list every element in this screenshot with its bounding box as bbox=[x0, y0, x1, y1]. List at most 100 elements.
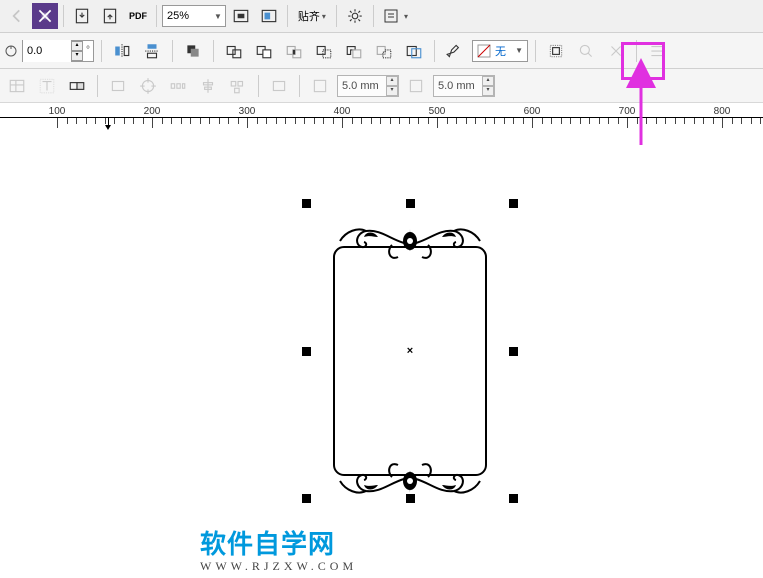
simplify-icon[interactable] bbox=[311, 38, 337, 64]
separator bbox=[101, 40, 102, 62]
ruler-label: 700 bbox=[619, 106, 636, 117]
height-spinner[interactable]: ▴ ▾ bbox=[482, 76, 494, 96]
toolbar-main: PDF ▼ 贴齐 ▾ ▾ bbox=[0, 0, 763, 33]
handle-ne[interactable] bbox=[509, 199, 518, 208]
shape-combine-icon[interactable] bbox=[64, 73, 90, 99]
align-options-icon bbox=[644, 38, 670, 64]
toolbar-properties: ▴ ▾ ° 无 ▼ bbox=[0, 33, 763, 69]
settings-gear-icon[interactable] bbox=[342, 3, 368, 29]
handle-e[interactable] bbox=[509, 347, 518, 356]
trim-icon[interactable] bbox=[251, 38, 277, 64]
height-field[interactable]: ▴ ▾ bbox=[433, 75, 495, 97]
separator bbox=[299, 75, 300, 97]
back-minus-front-icon[interactable] bbox=[371, 38, 397, 64]
group-align-icon bbox=[225, 73, 251, 99]
rotation-field[interactable]: ▴ ▾ ° bbox=[22, 40, 94, 62]
separator bbox=[287, 5, 288, 27]
corner-style-icon bbox=[403, 73, 429, 99]
outline-width-icon bbox=[266, 73, 292, 99]
width-spinner[interactable]: ▴ ▾ bbox=[386, 76, 398, 96]
ruler-label: 200 bbox=[144, 106, 161, 117]
align-center-icon bbox=[195, 73, 221, 99]
snap-label: 贴齐 bbox=[298, 8, 320, 24]
rect-tool-icon bbox=[105, 73, 131, 99]
height-input[interactable] bbox=[434, 76, 482, 96]
ruler-label: 600 bbox=[524, 106, 541, 117]
dropdown-caret-icon: ▾ bbox=[404, 12, 408, 21]
weld-icon[interactable] bbox=[221, 38, 247, 64]
zoom-fit-icon[interactable] bbox=[228, 3, 254, 29]
launch-dropdown[interactable]: ▾ bbox=[379, 5, 413, 27]
rotation-icon bbox=[4, 44, 18, 58]
boundary-icon[interactable] bbox=[401, 38, 427, 64]
text-format-icon bbox=[34, 73, 60, 99]
fill-label: 无 bbox=[495, 43, 506, 59]
separator bbox=[213, 40, 214, 62]
front-minus-back-icon[interactable] bbox=[341, 38, 367, 64]
handle-n[interactable] bbox=[406, 199, 415, 208]
canvas-area[interactable]: × 软件自学网 WWW.RJZXW.COM bbox=[0, 133, 763, 578]
handle-w[interactable] bbox=[302, 347, 311, 356]
selection-bounds: × bbox=[306, 203, 514, 499]
selection-center-mark: × bbox=[407, 345, 413, 357]
separator bbox=[434, 40, 435, 62]
ruler-label: 500 bbox=[429, 106, 446, 117]
intersect-icon[interactable] bbox=[281, 38, 307, 64]
import-icon[interactable] bbox=[69, 3, 95, 29]
spinner-up[interactable]: ▴ bbox=[386, 76, 398, 86]
zoom-field[interactable]: ▼ bbox=[162, 5, 226, 27]
guide-marker[interactable] bbox=[104, 117, 112, 133]
crosshair-icon bbox=[135, 73, 161, 99]
separator bbox=[636, 40, 637, 62]
dropdown-caret-icon[interactable]: ▼ bbox=[211, 12, 225, 21]
toolbar-context: ▴ ▾ ▴ ▾ bbox=[0, 69, 763, 103]
export-icon[interactable] bbox=[97, 3, 123, 29]
separator bbox=[535, 40, 536, 62]
rotation-input[interactable] bbox=[23, 40, 71, 62]
cancel-icon bbox=[603, 38, 629, 64]
spinner-down[interactable]: ▾ bbox=[482, 86, 494, 96]
watermark-url: WWW.RJZXW.COM bbox=[200, 559, 357, 574]
ruler-horizontal: 100200300400500600700800 bbox=[0, 103, 763, 133]
pdf-export-icon[interactable]: PDF bbox=[125, 3, 151, 29]
snap-dropdown[interactable]: 贴齐 ▾ bbox=[293, 5, 331, 27]
to-front-icon[interactable] bbox=[180, 38, 206, 64]
ruler-label: 400 bbox=[334, 106, 351, 117]
zoom-page-icon[interactable] bbox=[256, 3, 282, 29]
rotation-spinner[interactable]: ▴ ▾ bbox=[71, 41, 83, 61]
spinner-down[interactable]: ▾ bbox=[386, 86, 398, 96]
handle-s[interactable] bbox=[406, 494, 415, 503]
spinner-up[interactable]: ▴ bbox=[71, 41, 83, 51]
separator bbox=[172, 40, 173, 62]
ruler-label: 300 bbox=[239, 106, 256, 117]
separator bbox=[63, 5, 64, 27]
zoom-input[interactable] bbox=[163, 10, 211, 22]
chevron-left-icon bbox=[4, 3, 30, 29]
corner-icon bbox=[307, 73, 333, 99]
watermark-title: 软件自学网 bbox=[200, 524, 357, 561]
table-icon bbox=[4, 73, 30, 99]
distribute-icon bbox=[165, 73, 191, 99]
ruler-label: 100 bbox=[49, 106, 66, 117]
handle-nw[interactable] bbox=[302, 199, 311, 208]
pen-outline-icon[interactable] bbox=[442, 38, 468, 64]
inspector-icon bbox=[573, 38, 599, 64]
interactive-fill-icon[interactable] bbox=[32, 3, 58, 29]
dropdown-caret-icon: ▾ bbox=[322, 12, 326, 21]
separator bbox=[97, 75, 98, 97]
separator bbox=[373, 5, 374, 27]
handle-sw[interactable] bbox=[302, 494, 311, 503]
width-field[interactable]: ▴ ▾ bbox=[337, 75, 399, 97]
spinner-down[interactable]: ▾ bbox=[71, 51, 83, 61]
width-input[interactable] bbox=[338, 76, 386, 96]
fill-dropdown[interactable]: 无 ▼ bbox=[472, 40, 528, 62]
spinner-up[interactable]: ▴ bbox=[482, 76, 494, 86]
separator bbox=[336, 5, 337, 27]
mirror-horizontal-icon[interactable] bbox=[109, 38, 135, 64]
handle-se[interactable] bbox=[509, 494, 518, 503]
separator bbox=[258, 75, 259, 97]
no-fill-icon bbox=[477, 44, 491, 58]
mirror-vertical-icon[interactable] bbox=[139, 38, 165, 64]
watermark: 软件自学网 WWW.RJZXW.COM bbox=[200, 524, 357, 574]
create-boundary-icon[interactable] bbox=[543, 38, 569, 64]
